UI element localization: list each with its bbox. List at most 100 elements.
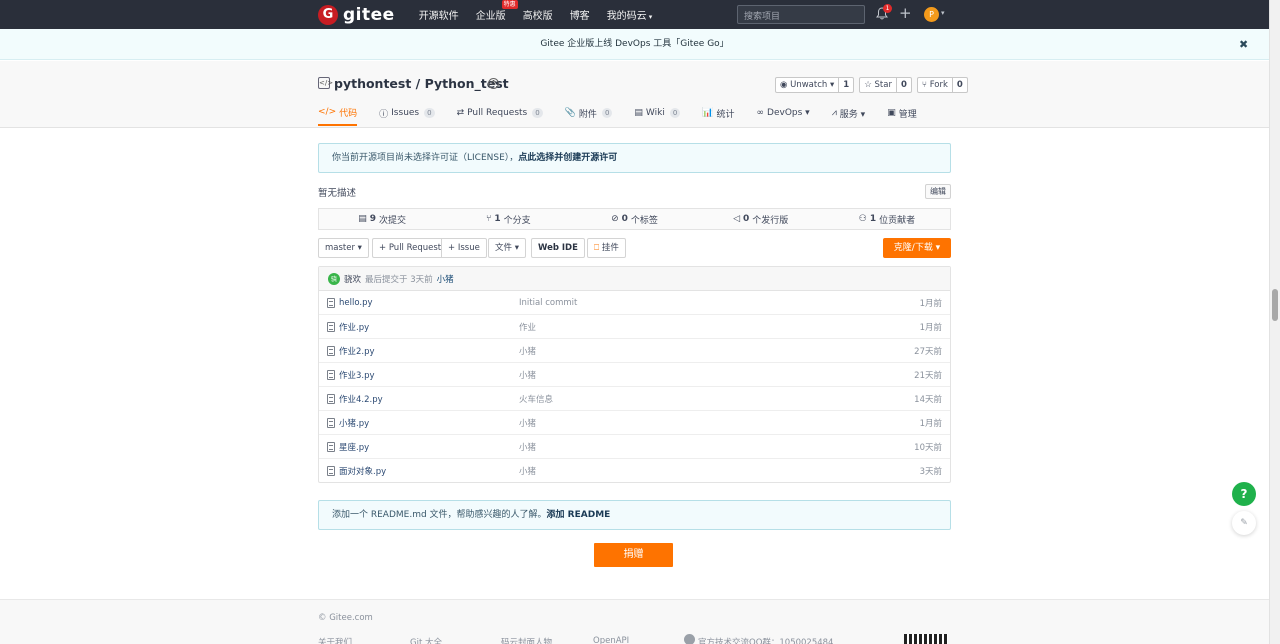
qr-code-icon bbox=[904, 634, 948, 644]
branch-select[interactable]: master ▾ bbox=[318, 238, 369, 258]
file-commit-message[interactable]: 小猪 bbox=[519, 441, 536, 453]
footer-link[interactable]: 码云封面人物 bbox=[501, 636, 552, 644]
avatar[interactable]: P bbox=[924, 7, 939, 22]
file-list: 骁 骁欢 最后提交于 3天前 小猪 hello.py Initial commit… bbox=[318, 266, 951, 483]
branches-count[interactable]: ⑂ 1 个分支 bbox=[445, 209, 571, 229]
file-icon bbox=[327, 442, 335, 452]
scrollbar-thumb[interactable] bbox=[1272, 289, 1278, 321]
summary-label: 次提交 bbox=[378, 215, 406, 226]
announcement-bar: Gitee 企业版上线 DevOps 工具「Gitee Go」 ✖ bbox=[0, 29, 1269, 60]
summary-number: 1 bbox=[869, 214, 877, 224]
repo-summary-bar: ▤ 9 次提交 ⑂ 1 个分支 ⊘ 0 个标签 ◁ 0 个发行版 ⚇ 1 位贡献者 bbox=[318, 208, 951, 230]
tab-label: 服务 ▾ bbox=[839, 109, 866, 120]
footer-link[interactable]: 关于我们 bbox=[318, 636, 352, 644]
license-text: 你当前开源项目尚未选择许可证（LICENSE）， bbox=[332, 153, 519, 163]
new-pull-request-button[interactable]: + Pull Request bbox=[372, 238, 448, 258]
tab-devops[interactable]: ∞ DevOps ▾ bbox=[757, 100, 810, 126]
file-icon bbox=[327, 346, 335, 356]
plus-icon[interactable]: + bbox=[899, 5, 912, 22]
star-button[interactable]: ☆ Star 0 bbox=[859, 77, 912, 93]
fork-button[interactable]: ⑂ Fork 0 bbox=[916, 77, 968, 93]
web-ide-button[interactable]: Web IDE bbox=[531, 238, 585, 258]
commit-author[interactable]: 骁欢 bbox=[344, 273, 361, 285]
file-name[interactable]: 小猪.py bbox=[339, 417, 369, 429]
nav-enterprise[interactable]: 企业版 特惠 bbox=[476, 0, 518, 22]
table-row: 作业3.py 小猪 21天前 bbox=[319, 363, 950, 387]
summary-number: 0 bbox=[743, 214, 750, 224]
file-name[interactable]: 星座.py bbox=[339, 441, 369, 453]
file-commit-message[interactable]: 小猪 bbox=[519, 465, 536, 477]
file-menu-button[interactable]: 文件 ▾ bbox=[488, 238, 526, 258]
add-readme-link[interactable]: 添加 README bbox=[547, 510, 611, 520]
file-commit-message[interactable]: Initial commit bbox=[519, 298, 577, 308]
help-button[interactable]: ? bbox=[1232, 482, 1256, 506]
widget-button[interactable]: ⎕ 挂件 bbox=[587, 238, 626, 258]
tab-code[interactable]: </> 代码 bbox=[318, 100, 358, 126]
chevron-down-icon: ▾ bbox=[648, 13, 653, 21]
summary-number: 9 bbox=[369, 214, 376, 224]
file-name[interactable]: 面对对象.py bbox=[339, 465, 386, 477]
tab-issues[interactable]: ⓘ Issues 0 bbox=[379, 100, 435, 126]
file-commit-message[interactable]: 作业 bbox=[519, 321, 536, 333]
star-count[interactable]: 0 bbox=[897, 78, 911, 92]
close-icon[interactable]: ✖ bbox=[1239, 29, 1248, 60]
chevron-down-icon[interactable]: ▾ bbox=[941, 9, 945, 17]
license-link[interactable]: 点此选择并创建开源许可 bbox=[518, 153, 617, 163]
tab-pull-requests[interactable]: ⇄ Pull Requests 0 bbox=[457, 100, 543, 126]
new-issue-button[interactable]: + Issue bbox=[441, 238, 487, 258]
file-commit-message[interactable]: 小猪 bbox=[519, 417, 536, 429]
release-icon: ◁ bbox=[733, 214, 741, 224]
eye-icon: ◉ bbox=[780, 80, 791, 90]
feedback-button[interactable]: ✎ bbox=[1232, 511, 1256, 535]
tab-attachments[interactable]: 📎 附件 0 bbox=[565, 100, 613, 126]
tab-wiki[interactable]: ▤ Wiki 0 bbox=[634, 100, 681, 126]
file-time: 10天前 bbox=[914, 442, 942, 453]
summary-label: 个分支 bbox=[503, 215, 531, 226]
file-time: 1月前 bbox=[919, 298, 942, 309]
commit-time: 最后提交于 3天前 bbox=[365, 274, 433, 285]
repo-description: 暂无描述 bbox=[318, 188, 357, 199]
file-icon bbox=[327, 418, 335, 428]
commits-count[interactable]: ▤ 9 次提交 bbox=[319, 209, 445, 229]
gitee-logo[interactable]: G gitee bbox=[318, 4, 395, 25]
donate-button[interactable]: 捐赠 bbox=[594, 543, 673, 567]
table-row: 面对对象.py 小猪 3天前 bbox=[319, 459, 950, 483]
footer-link[interactable]: OpenAPI bbox=[593, 636, 629, 644]
file-icon bbox=[327, 298, 335, 308]
nav-open-source[interactable]: 开源软件 bbox=[419, 7, 459, 22]
watch-count[interactable]: 1 bbox=[839, 78, 853, 92]
tab-label: 代码 bbox=[339, 108, 358, 119]
avatar[interactable]: 骁 bbox=[328, 272, 340, 285]
contributors-count[interactable]: ⚇ 1 位贡献者 bbox=[824, 209, 950, 229]
fork-count[interactable]: 0 bbox=[953, 78, 967, 92]
file-name[interactable]: 作业3.py bbox=[339, 369, 375, 381]
file-name[interactable]: 作业4.2.py bbox=[339, 393, 383, 405]
scrollbar[interactable] bbox=[1269, 0, 1280, 644]
file-commit-message[interactable]: 火车信息 bbox=[519, 393, 553, 405]
announcement-text[interactable]: Gitee 企业版上线 DevOps 工具「Gitee Go」 bbox=[540, 39, 728, 49]
file-name[interactable]: hello.py bbox=[339, 298, 373, 308]
bookmark-icon: ⎕ bbox=[594, 243, 602, 253]
releases-count[interactable]: ◁ 0 个发行版 bbox=[698, 209, 824, 229]
tags-count[interactable]: ⊘ 0 个标签 bbox=[571, 209, 697, 229]
tab-stats[interactable]: 📊 统计 bbox=[702, 100, 734, 126]
nav-education[interactable]: 高校版 bbox=[523, 7, 553, 22]
nav-blog[interactable]: 博客 bbox=[570, 7, 590, 22]
tab-services[interactable]: ⩘ 服务 ▾ bbox=[832, 100, 865, 126]
file-name[interactable]: 作业.py bbox=[339, 321, 369, 333]
watch-button[interactable]: ◉ Unwatch ▾ 1 bbox=[775, 77, 855, 93]
page-title[interactable]: pythontest / Python_test bbox=[334, 76, 509, 91]
search-input[interactable]: 搜索项目 bbox=[737, 5, 865, 24]
file-name[interactable]: 作业2.py bbox=[339, 345, 375, 357]
nav-my-gitee[interactable]: 我的码云 ▾ bbox=[607, 7, 653, 22]
footer-link[interactable]: Git 大全 bbox=[410, 636, 442, 644]
edit-description-button[interactable]: 编辑 bbox=[925, 184, 951, 199]
file-commit-message[interactable]: 小猪 bbox=[519, 369, 536, 381]
code-repo-icon: </> bbox=[318, 77, 334, 89]
clone-download-button[interactable]: 克隆/下载 ▾ bbox=[883, 238, 951, 258]
tab-manage[interactable]: ▣ 管理 bbox=[887, 100, 917, 126]
file-icon bbox=[327, 394, 335, 404]
widget-label: 挂件 bbox=[601, 243, 619, 253]
file-commit-message[interactable]: 小猪 bbox=[519, 345, 536, 357]
commit-message-link[interactable]: 小猪 bbox=[437, 273, 454, 285]
